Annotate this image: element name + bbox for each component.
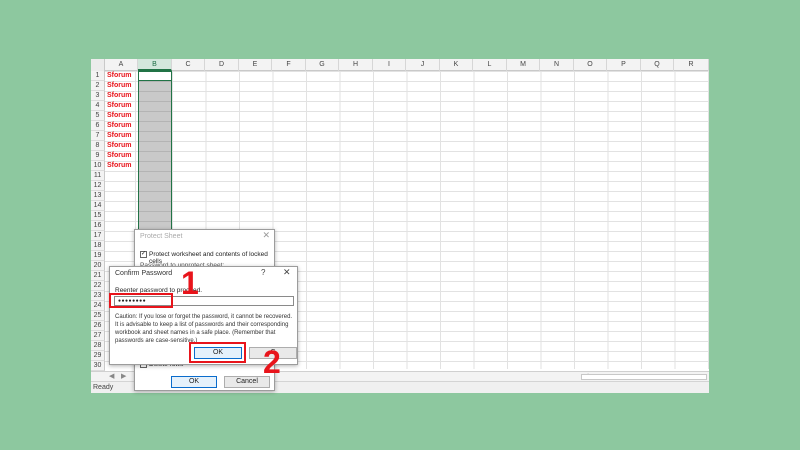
column-header-l[interactable]: L (473, 59, 507, 71)
column-header-k[interactable]: K (440, 59, 473, 71)
row-header-27[interactable]: 27 (91, 331, 105, 341)
column-header-f[interactable]: F (272, 59, 306, 71)
row-header-7[interactable]: 7 (91, 131, 105, 141)
column-header-i[interactable]: I (373, 59, 406, 71)
column-header-b[interactable]: B (138, 59, 172, 71)
protect-sheet-title: Protect Sheet (140, 233, 183, 240)
row-header-6[interactable]: 6 (91, 121, 105, 131)
row-header-10[interactable]: 10 (91, 161, 105, 171)
row-header-9[interactable]: 9 (91, 151, 105, 161)
row-header-2[interactable]: 2 (91, 81, 105, 91)
column-header-n[interactable]: N (540, 59, 574, 71)
column-header-e[interactable]: E (239, 59, 272, 71)
column-header-q[interactable]: Q (641, 59, 674, 71)
row-header-15[interactable]: 15 (91, 211, 105, 221)
column-header-p[interactable]: P (607, 59, 641, 71)
protect-checkbox[interactable]: ✓ (140, 251, 147, 258)
cell-a9[interactable]: Sforum (107, 151, 137, 161)
row-header-20[interactable]: 20 (91, 261, 105, 271)
row-header-1[interactable]: 1 (91, 71, 105, 81)
password-highlight-box (109, 293, 173, 308)
row-header-18[interactable]: 18 (91, 241, 105, 251)
protect-close-icon[interactable]: ✕ (262, 230, 270, 241)
row-header-17[interactable]: 17 (91, 231, 105, 241)
cell-a4[interactable]: Sforum (107, 101, 137, 111)
row-header-21[interactable]: 21 (91, 271, 105, 281)
row-header-11[interactable]: 11 (91, 171, 105, 181)
row-header-4[interactable]: 4 (91, 101, 105, 111)
step-2-label: 2 (263, 344, 281, 380)
protect-ok-button[interactable]: OK (171, 376, 217, 388)
row-header-13[interactable]: 13 (91, 191, 105, 201)
select-all-corner[interactable] (91, 59, 105, 71)
status-ready: Ready (93, 384, 114, 391)
help-icon[interactable]: ? (261, 268, 265, 277)
column-header-a[interactable]: A (105, 59, 138, 71)
confirm-password-title: Confirm Password (115, 270, 173, 277)
active-cell-b1[interactable] (138, 71, 172, 81)
row-header-26[interactable]: 26 (91, 321, 105, 331)
column-header-row: ABCDEFGHIJKLMNOPQR (91, 59, 709, 71)
column-header-g[interactable]: G (306, 59, 339, 71)
row-header-8[interactable]: 8 (91, 141, 105, 151)
row-header-30[interactable]: 30 (91, 361, 105, 371)
column-header-d[interactable]: D (205, 59, 239, 71)
row-header-12[interactable]: 12 (91, 181, 105, 191)
row-header-25[interactable]: 25 (91, 311, 105, 321)
row-header-28[interactable]: 28 (91, 341, 105, 351)
row-header-19[interactable]: 19 (91, 251, 105, 261)
cell-a1[interactable]: Sforum (107, 71, 137, 81)
step-1-label: 1 (181, 265, 199, 301)
caution-text: Caution: If you lose or forget the passw… (115, 314, 293, 344)
column-header-o[interactable]: O (574, 59, 607, 71)
row-header-24[interactable]: 24 (91, 301, 105, 311)
ok-highlight-box (189, 342, 246, 363)
column-header-j[interactable]: J (406, 59, 440, 71)
column-header-r[interactable]: R (674, 59, 709, 71)
cell-a3[interactable]: Sforum (107, 91, 137, 101)
horizontal-scrollbar[interactable] (581, 374, 707, 380)
row-header-29[interactable]: 29 (91, 351, 105, 361)
column-header-c[interactable]: C (172, 59, 205, 71)
row-header-22[interactable]: 22 (91, 281, 105, 291)
cell-a10[interactable]: Sforum (107, 161, 137, 171)
cell-a5[interactable]: Sforum (107, 111, 137, 121)
cell-a7[interactable]: Sforum (107, 131, 137, 141)
row-header-16[interactable]: 16 (91, 221, 105, 231)
column-header-m[interactable]: M (507, 59, 540, 71)
row-header-14[interactable]: 14 (91, 201, 105, 211)
row-header-23[interactable]: 23 (91, 291, 105, 301)
row-header-5[interactable]: 5 (91, 111, 105, 121)
close-icon[interactable]: ✕ (283, 267, 291, 278)
column-header-h[interactable]: H (339, 59, 373, 71)
cell-a6[interactable]: Sforum (107, 121, 137, 131)
cell-a2[interactable]: Sforum (107, 81, 137, 91)
cell-a8[interactable]: Sforum (107, 141, 137, 151)
row-header-3[interactable]: 3 (91, 91, 105, 101)
